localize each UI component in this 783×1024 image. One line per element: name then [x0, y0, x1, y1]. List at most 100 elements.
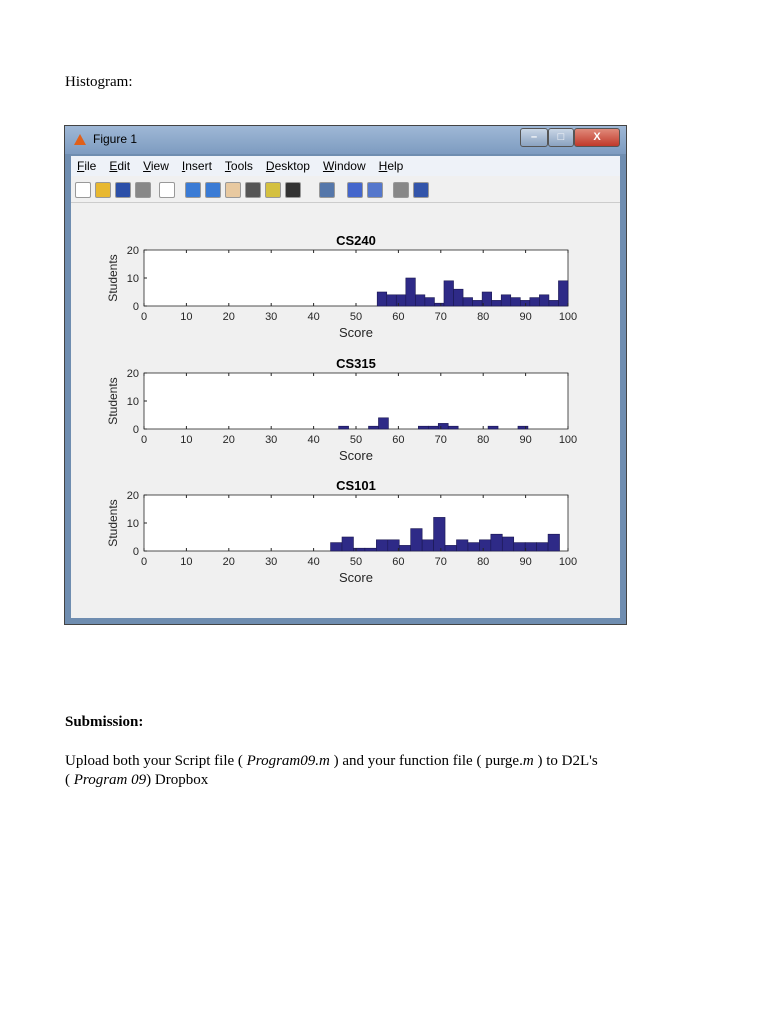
histogram-bar	[427, 425, 439, 430]
new-file-icon[interactable]	[75, 182, 91, 198]
menu-insert[interactable]: Insert	[182, 159, 212, 173]
histogram-bar	[387, 539, 400, 552]
hide-plot-tools-icon[interactable]	[393, 182, 409, 198]
menu-view[interactable]: View	[143, 159, 169, 173]
x-tick-label: 80	[477, 311, 489, 323]
show-plot-tools-icon[interactable]	[413, 182, 429, 198]
y-tick-label: 0	[133, 546, 139, 558]
menu-edit[interactable]: Edit	[109, 159, 130, 173]
histogram-heading: Histogram:	[65, 74, 133, 90]
text: ) and your function file ( purge.	[329, 753, 523, 769]
histogram-bar	[368, 425, 379, 430]
y-axis-label: Students	[106, 377, 120, 424]
histogram-bar	[500, 294, 512, 307]
histogram-bar	[490, 533, 503, 552]
histogram-bar	[456, 539, 469, 552]
x-tick-label: 30	[265, 434, 277, 446]
open-folder-icon[interactable]	[95, 182, 111, 198]
histogram-bar	[491, 300, 502, 307]
brush-icon[interactable]	[285, 182, 301, 198]
y-tick-label: 0	[133, 424, 139, 436]
close-button[interactable]: X	[574, 128, 620, 147]
histogram-bar	[421, 539, 434, 552]
histogram-bar	[376, 291, 388, 307]
save-icon[interactable]	[115, 182, 131, 198]
pan-hand-icon[interactable]	[225, 182, 241, 198]
x-tick-label: 80	[477, 434, 489, 446]
histogram-bar	[410, 528, 423, 552]
histogram-bar	[364, 547, 377, 552]
figure-window: Figure 1 – □ X File Edit View Insert Tools De…	[64, 125, 627, 625]
submission-heading: Submission:	[65, 714, 144, 730]
histogram-bar	[386, 294, 397, 307]
maximize-button[interactable]: □	[548, 128, 574, 147]
x-tick-label: 70	[435, 556, 447, 568]
histogram-bar	[424, 297, 435, 307]
histogram-bar	[501, 536, 515, 552]
histogram-bar	[510, 297, 521, 307]
histogram-bar	[513, 542, 526, 552]
x-tick-label: 30	[265, 556, 277, 568]
histogram-bar	[434, 302, 445, 307]
menu-desktop[interactable]: Desktop	[266, 159, 310, 173]
pointer-icon[interactable]	[159, 182, 175, 198]
toolbar	[71, 176, 620, 203]
submission-instructions: Upload both your Script file ( Program09…	[65, 752, 705, 790]
x-tick-label: 40	[307, 311, 319, 323]
minimize-button[interactable]: –	[520, 128, 548, 147]
x-tick-label: 0	[141, 311, 147, 323]
histogram-bar	[524, 542, 537, 552]
y-tick-label: 0	[133, 301, 139, 313]
histogram-bar	[472, 300, 483, 307]
x-tick-label: 20	[223, 311, 235, 323]
figure-canvas: CS240 0 10 20 30 40 50 60 70 80 90 100 0 10 20 Score Stu…	[71, 203, 620, 618]
histogram-bar	[437, 423, 449, 430]
x-tick-label: 10	[180, 556, 192, 568]
histogram-bar	[453, 288, 464, 307]
x-tick-label: 0	[141, 556, 147, 568]
x-tick-label: 20	[223, 434, 235, 446]
print-icon[interactable]	[135, 182, 151, 198]
x-tick-label: 90	[519, 311, 531, 323]
histogram-bar	[353, 547, 366, 552]
menu-tools[interactable]: Tools	[225, 159, 253, 173]
menu-file[interactable]: File	[77, 159, 96, 173]
histogram-bar	[378, 417, 389, 430]
legend-icon[interactable]	[367, 182, 383, 198]
y-tick-label: 20	[127, 490, 139, 502]
x-tick-label: 20	[223, 556, 235, 568]
histogram-bar	[330, 542, 343, 552]
histogram-bar	[376, 539, 389, 552]
menu-window[interactable]: Window	[323, 159, 366, 173]
x-tick-label: 100	[559, 556, 577, 568]
x-axis-label: Score	[339, 325, 373, 340]
text: (	[65, 772, 74, 788]
histogram-bar	[479, 539, 492, 552]
x-tick-label: 40	[307, 556, 319, 568]
zoom-in-icon[interactable]	[185, 182, 201, 198]
zoom-out-icon[interactable]	[205, 182, 221, 198]
x-tick-label: 60	[392, 311, 404, 323]
data-cursor-icon[interactable]	[265, 182, 281, 198]
histogram-bar	[462, 297, 473, 307]
x-tick-label: 100	[559, 311, 577, 323]
x-tick-label: 30	[265, 311, 277, 323]
histogram-figure: CS2400 10 20 30 40 50 60 70 80 90 10001020ScoreStu…	[106, 233, 577, 585]
histogram-bar	[536, 542, 549, 552]
menu-help[interactable]: Help	[379, 159, 404, 173]
function-ext: m	[522, 753, 534, 769]
chart-title: CS240	[336, 233, 376, 248]
dropbox-name: Program 09	[73, 772, 147, 788]
histogram-bar	[539, 294, 550, 307]
plot-area	[143, 372, 569, 430]
y-tick-label: 10	[127, 273, 139, 285]
menu-bar: File Edit View Insert Tools Desktop Window Help	[71, 156, 620, 176]
histogram-bar	[338, 425, 349, 430]
script-filename: Program09.m	[246, 753, 330, 769]
rotate-3d-icon[interactable]	[245, 182, 261, 198]
colorbar-icon[interactable]	[347, 182, 363, 198]
link-plot-icon[interactable]	[319, 182, 335, 198]
histogram-bar	[558, 280, 569, 307]
histogram-bar	[443, 280, 454, 307]
title-bar[interactable]: Figure 1 – □ X	[65, 126, 626, 154]
